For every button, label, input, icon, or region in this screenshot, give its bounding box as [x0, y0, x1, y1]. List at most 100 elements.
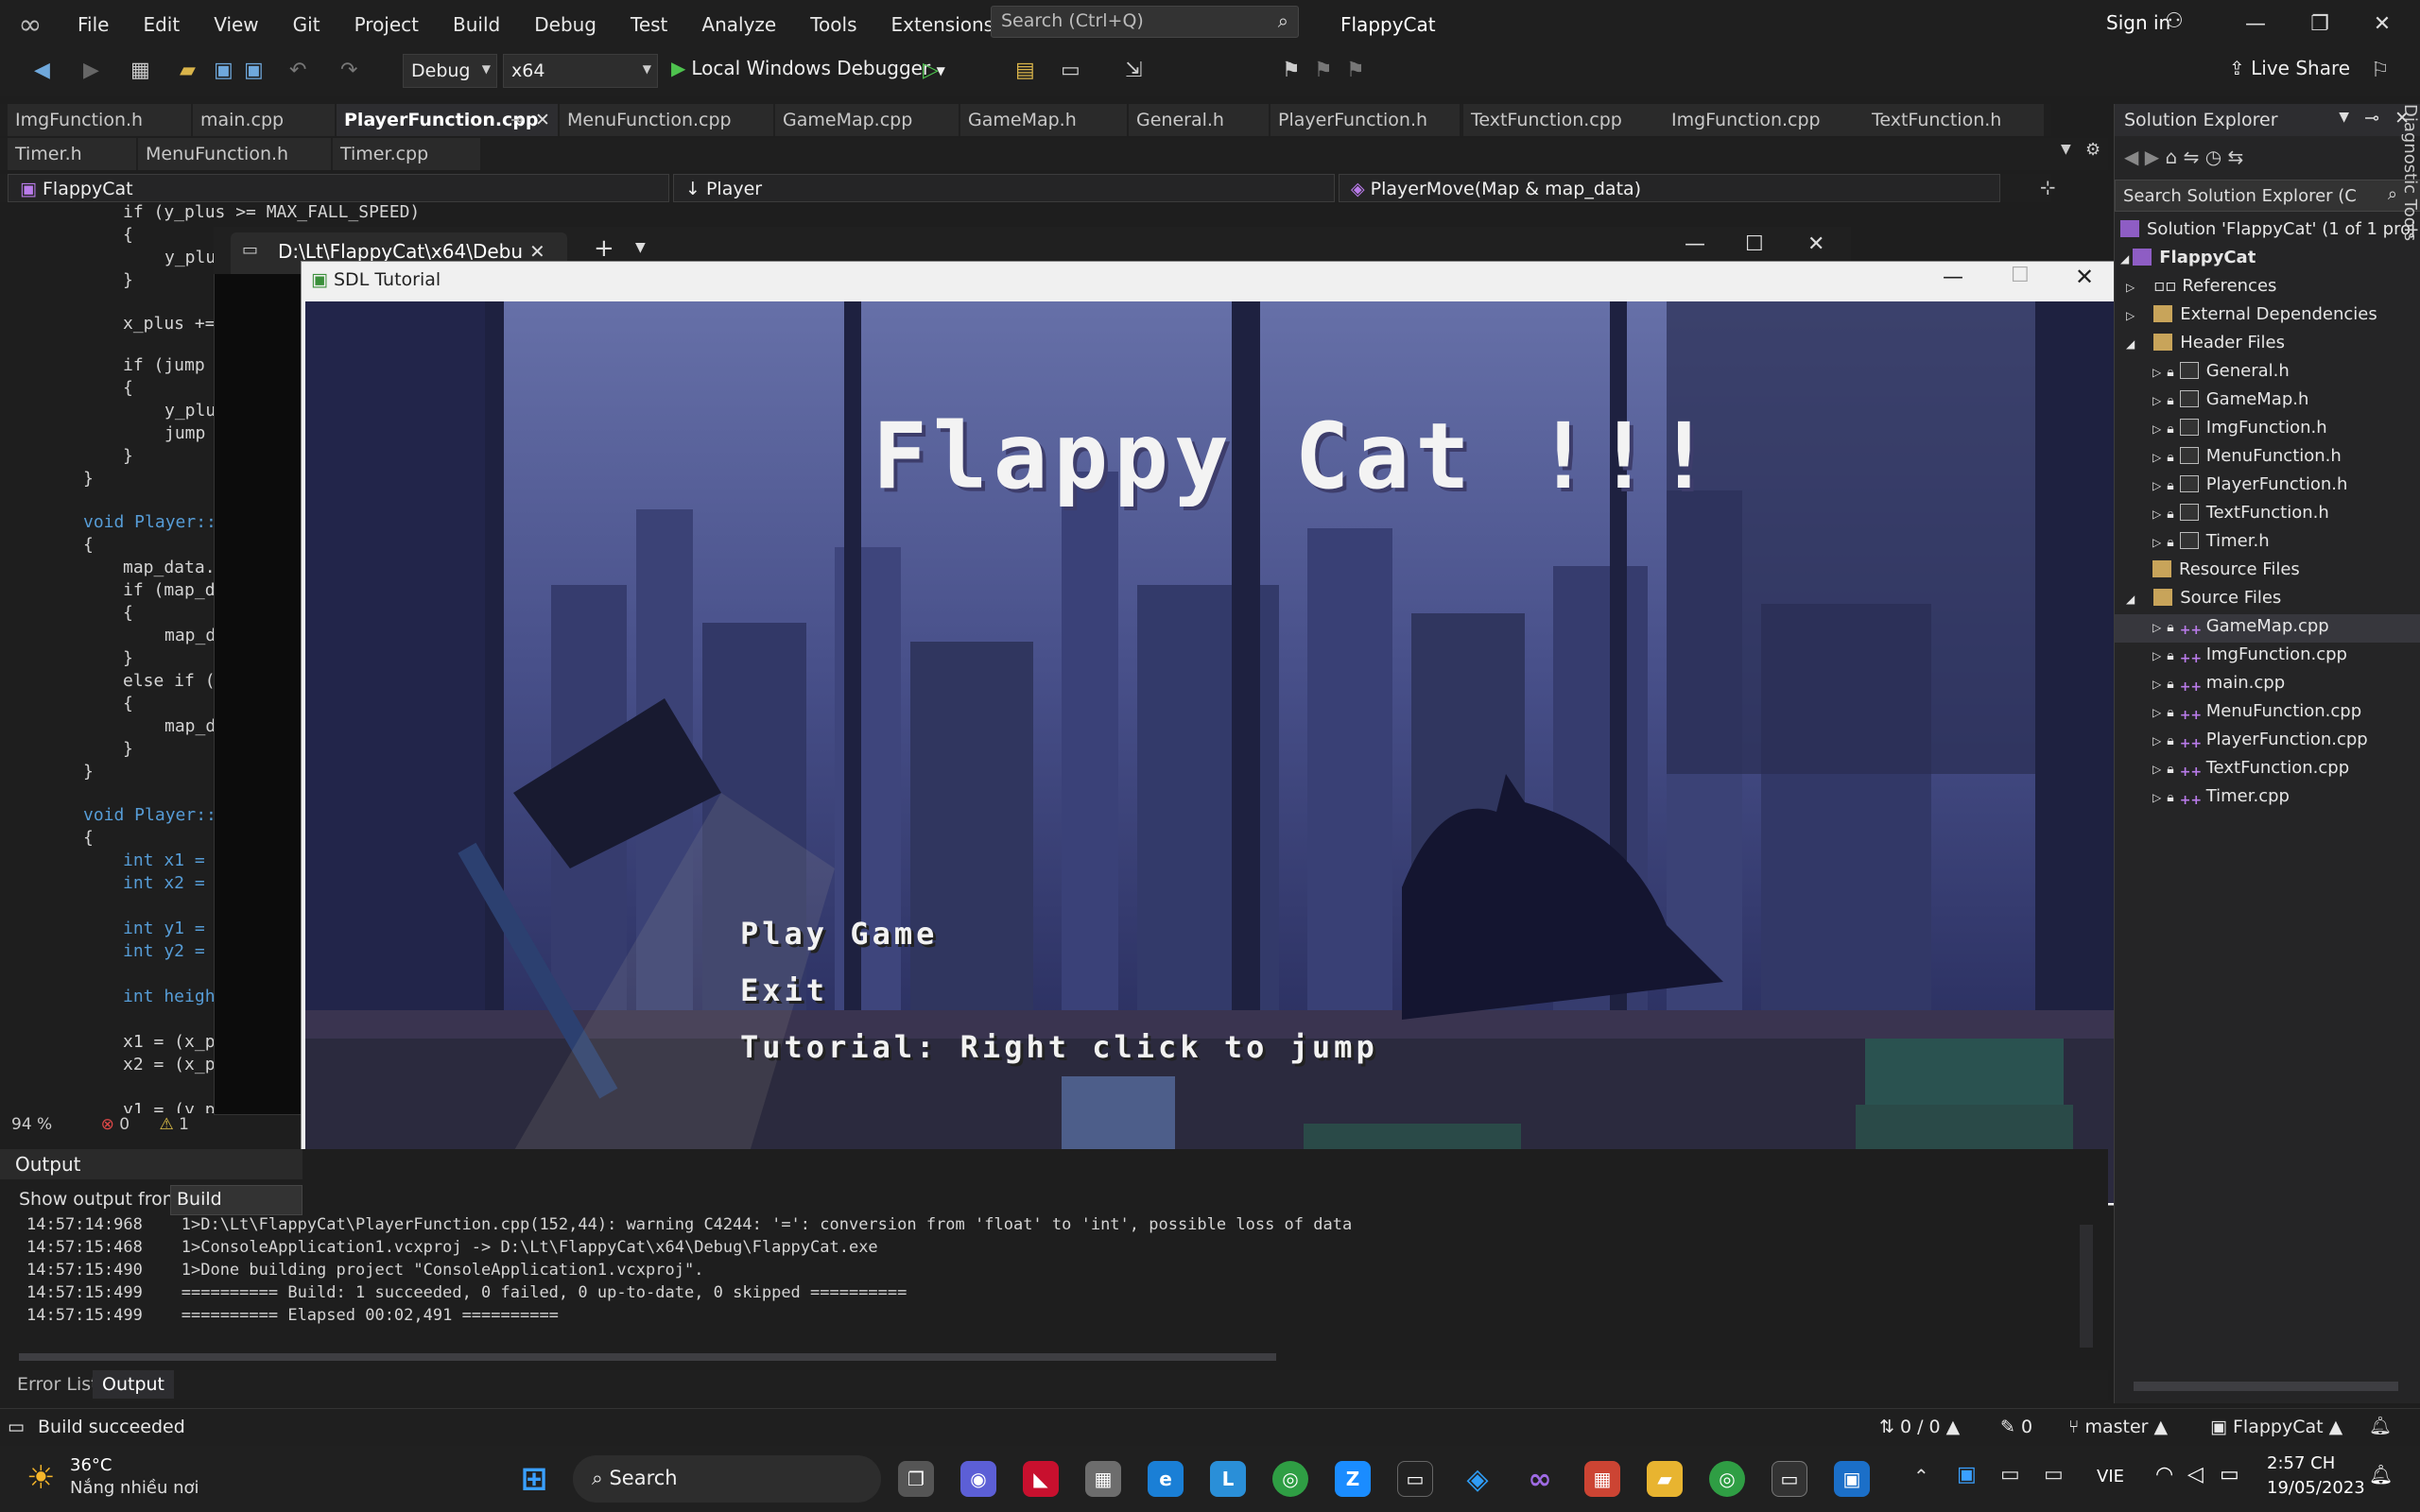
zalo-icon[interactable]: Z — [1335, 1461, 1371, 1497]
tree-file[interactable]: ▷ 🔒︎ ++ Timer.cpp — [2152, 786, 2290, 810]
weather-icon[interactable]: ☀ — [26, 1459, 55, 1497]
save-all-icon[interactable]: ▣ — [244, 59, 264, 82]
notification-center-icon[interactable]: 🔔︎ — [2369, 1463, 2393, 1486]
tree-external-dependencies[interactable]: ▷ External Dependencies — [2126, 304, 2377, 324]
volume-icon[interactable]: ◁ — [2187, 1463, 2204, 1486]
tab-timer-h[interactable]: Timer.h — [8, 138, 136, 170]
open-icon[interactable]: ▰ — [180, 59, 196, 82]
tree-file[interactable]: ▷ 🔒︎ ++ PlayerFunction.cpp — [2152, 730, 2368, 753]
back-icon[interactable]: ◀ — [34, 59, 50, 82]
tree-solution[interactable]: Solution 'FlappyCat' (1 of 1 proj — [2120, 219, 2415, 239]
feedback-icon[interactable]: ⚐ — [2371, 59, 2390, 82]
tray-device-icon[interactable]: ▭ — [2000, 1463, 2020, 1486]
menu-analyze[interactable]: Analyze — [684, 0, 793, 49]
solution-search-input[interactable]: Search Solution Explorer (C ⌕ — [2115, 180, 2420, 212]
forward-icon[interactable]: ▶ — [2145, 146, 2159, 168]
console-minimize-icon[interactable]: — — [1685, 232, 1705, 256]
weather-text[interactable]: Nắng nhiều nơi — [70, 1478, 199, 1498]
sdl-game-window[interactable]: ▣ SDL Tutorial — ☐ ✕ Flappy Cat !!! Play… — [301, 261, 2118, 1206]
battery-icon[interactable]: ▭ — [2220, 1463, 2239, 1486]
live-share-button[interactable]: ⇪ Live Share — [2229, 57, 2350, 79]
tab-playerfunction-cpp[interactable]: PlayerFunction.cpp ⊸ ✕ — [337, 104, 558, 136]
clock-date[interactable]: 19/05/2023 — [2267, 1478, 2365, 1498]
menu-view[interactable]: View — [197, 0, 275, 49]
edge-icon[interactable]: e — [1148, 1461, 1184, 1497]
bookmark-icon[interactable]: ⚑ — [1282, 59, 1301, 82]
amd-icon[interactable]: ◣ — [1023, 1461, 1059, 1497]
taskbar-search[interactable]: ⌕ Search — [573, 1455, 881, 1503]
tab-menufunction-h[interactable]: MenuFunction.h — [138, 138, 331, 170]
branch-status[interactable]: ⑂ master ▲ — [2068, 1417, 2168, 1437]
tree-header-files[interactable]: ◢ Header Files — [2126, 333, 2285, 352]
tab-gamemap-cpp[interactable]: GameMap.cpp — [775, 104, 959, 136]
tree-file[interactable]: ▷ 🔒︎ ++ main.cpp — [2152, 673, 2285, 696]
play-game-button[interactable]: Play Game — [740, 916, 938, 952]
folder-icon[interactable]: ▤ — [1015, 59, 1035, 82]
tab-imgfunction-cpp[interactable]: ImgFunction.cpp — [1664, 104, 1866, 136]
tree-file[interactable]: ▷ 🔒︎ Timer.h — [2152, 531, 2270, 551]
terminal-icon[interactable]: ▭ — [1397, 1461, 1433, 1497]
menu-test[interactable]: Test — [614, 0, 684, 49]
error-count[interactable]: 0 — [119, 1115, 130, 1134]
game-canvas[interactable]: Flappy Cat !!! Play Game Exit Tutorial: … — [305, 301, 2115, 1203]
notification-icon[interactable]: 🔔︎ — [2369, 1415, 2392, 1436]
tree-source-files[interactable]: ◢ Source Files — [2126, 588, 2281, 608]
tab-textfunction-cpp[interactable]: TextFunction.cpp — [1463, 104, 1668, 136]
start-icon[interactable]: ⊞ — [516, 1460, 552, 1498]
config-select[interactable]: Debug ▼ — [403, 54, 497, 88]
tree-file[interactable]: ▷ 🔒︎ ++ TextFunction.cpp — [2152, 758, 2349, 782]
tree-file[interactable]: ▷ 🔒︎ ++ ImgFunction.cpp — [2152, 644, 2347, 668]
console-app-icon[interactable]: ▭ — [1772, 1461, 1807, 1497]
forward-icon[interactable]: ▶ — [83, 59, 99, 82]
console-maximize-icon[interactable]: ☐ — [1745, 232, 1764, 256]
output-horizontal-scrollbar[interactable] — [19, 1353, 1276, 1361]
console-close-icon[interactable]: ✕ — [1807, 232, 1824, 256]
minimize-icon[interactable]: — — [2227, 6, 2284, 43]
repo-status[interactable]: ▣ FlappyCat ▲ — [2210, 1417, 2342, 1437]
solution-horizontal-scrollbar[interactable] — [2134, 1382, 2398, 1391]
scope-select[interactable]: ↓ Player — [673, 174, 1335, 202]
platform-select[interactable]: x64 ▼ — [503, 54, 658, 88]
member-select[interactable]: ◈ PlayerMove(Map & map_data) — [1339, 174, 2000, 202]
diagnostic-tools-tab[interactable]: Diagnostic Tools — [2386, 104, 2420, 293]
bookmark-next-icon[interactable]: ⚑ — [1346, 59, 1365, 82]
file-explorer-icon[interactable]: ▰ — [1647, 1461, 1683, 1497]
output-vertical-scrollbar[interactable] — [2080, 1225, 2093, 1348]
chat-icon[interactable]: ◉ — [960, 1461, 996, 1497]
output-source-select[interactable]: Build — [170, 1185, 302, 1215]
temperature[interactable]: 36°C — [70, 1455, 112, 1475]
tree-references[interactable]: ▷ ▫▫ References — [2126, 276, 2276, 296]
input-language[interactable]: VIE — [2097, 1467, 2124, 1486]
tree-file[interactable]: ▷ 🔒︎ General.h — [2152, 361, 2290, 381]
project-select[interactable]: ▣ FlappyCat — [8, 174, 669, 202]
menu-file[interactable]: File — [60, 0, 126, 49]
sign-in-link[interactable]: Sign in — [2106, 11, 2170, 34]
exit-button[interactable]: Exit — [740, 972, 828, 1008]
panel-menu-icon[interactable]: ▼ — [2339, 110, 2349, 125]
menu-debug[interactable]: Debug — [517, 0, 614, 49]
tree-file[interactable]: ▷ 🔒︎ TextFunction.h — [2152, 503, 2329, 523]
tab-gamemap-h[interactable]: GameMap.h — [960, 104, 1127, 136]
pin-panel-icon[interactable]: ⊸ — [2364, 108, 2379, 129]
tree-file[interactable]: ▷ 🔒︎ GameMap.h — [2152, 389, 2308, 409]
tray-chevron-icon[interactable]: ⌃ — [1913, 1465, 1929, 1487]
tab-timer-cpp[interactable]: Timer.cpp — [333, 138, 480, 170]
history-icon[interactable]: ◷ — [2205, 146, 2221, 168]
warning-count[interactable]: 1 — [179, 1115, 189, 1134]
new-project-icon[interactable]: ▦ — [130, 59, 150, 82]
tab-list-icon[interactable]: ▼ — [2061, 142, 2071, 157]
line-status[interactable]: ⇅ 0 / 0 ▲ — [1879, 1417, 1960, 1437]
account-icon[interactable]: ⚇ — [2165, 9, 2184, 33]
split-icon[interactable]: ⊹ — [2040, 176, 2056, 198]
tab-output[interactable]: Output — [93, 1370, 174, 1399]
task-view-icon[interactable]: ❐ — [898, 1461, 934, 1497]
redo-icon[interactable]: ↷ — [340, 59, 357, 82]
switch-view-icon[interactable]: ⇋ — [2184, 146, 2200, 168]
settings-icon[interactable]: ⚙ — [2085, 140, 2100, 160]
start-debugger-button[interactable]: ▶ Local Windows Debugger ▼ — [671, 57, 945, 79]
pin-icon[interactable]: ⊸ — [510, 104, 523, 136]
visual-studio-icon[interactable]: ∞ — [1522, 1461, 1558, 1497]
tab-dropdown-icon[interactable]: ▼ — [635, 240, 646, 255]
home-icon[interactable]: ⌂ — [2166, 146, 2178, 168]
layout-icon[interactable]: ▭ — [1061, 59, 1080, 82]
